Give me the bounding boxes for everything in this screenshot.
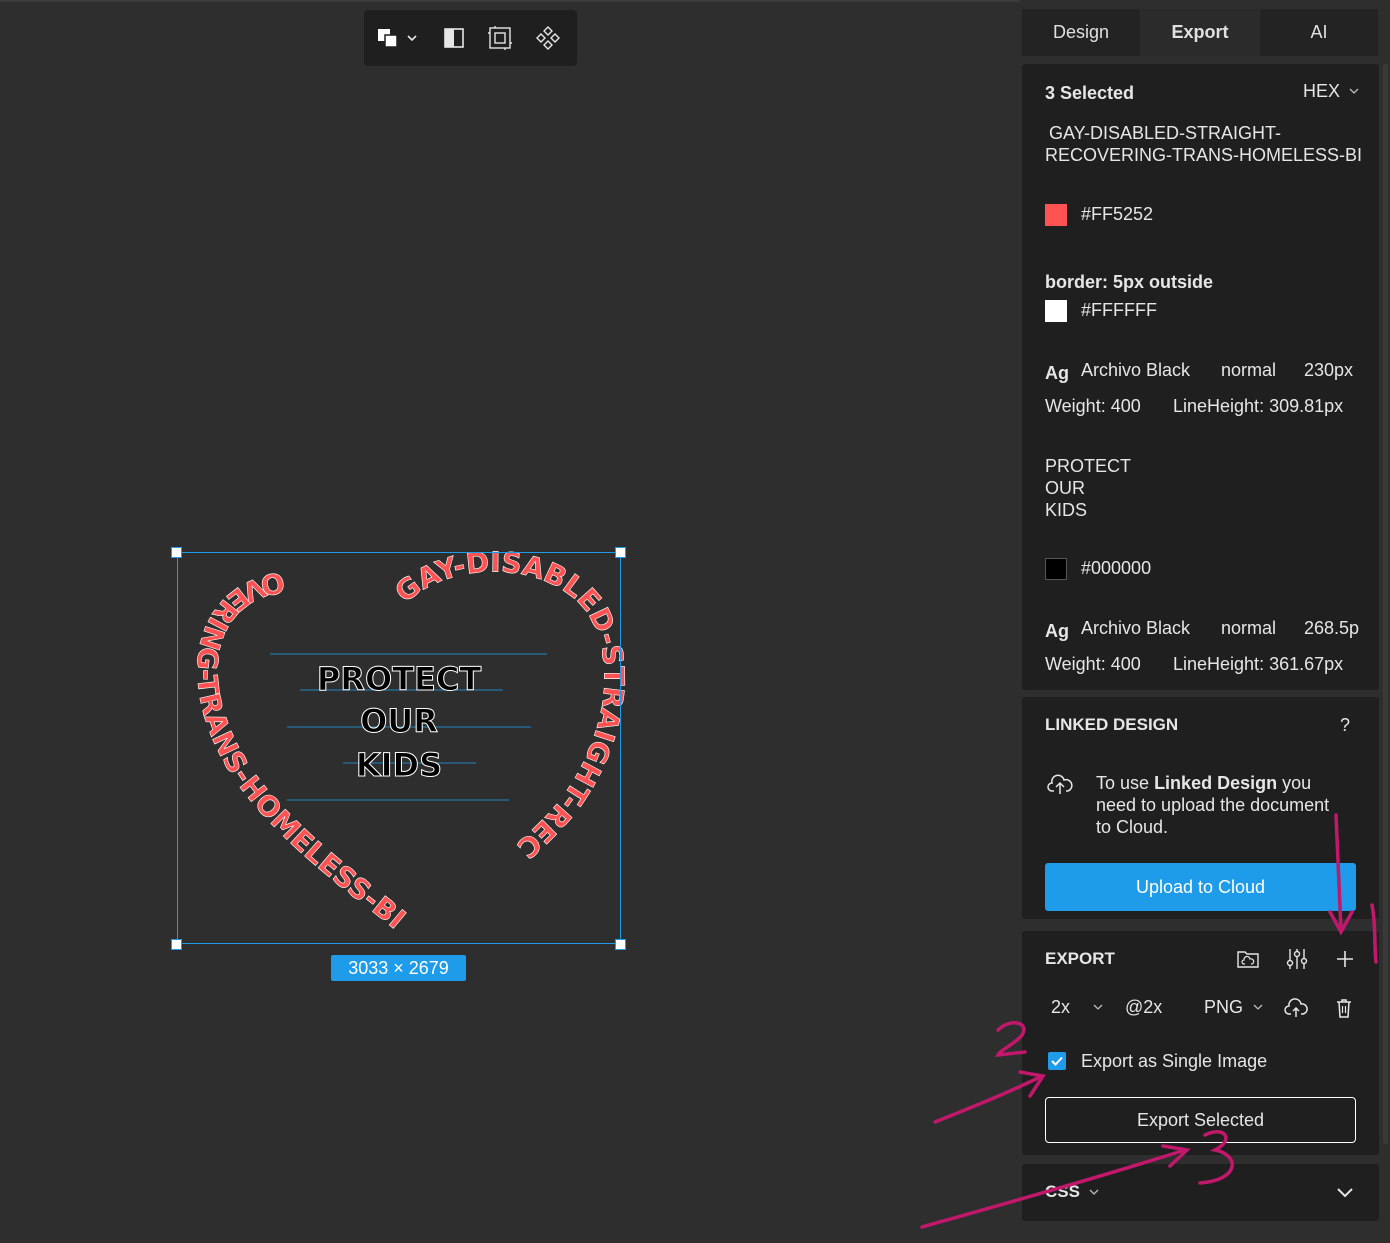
linked-design-message-line1: To use Linked Design you bbox=[1096, 773, 1312, 793]
font-style: normal bbox=[1221, 360, 1277, 380]
font2-size: 268.5px bbox=[1304, 618, 1359, 638]
chevron-down-icon[interactable] bbox=[1088, 1186, 1100, 1198]
linked-design-card: LINKED DESIGN ? To use Linked Design you… bbox=[1022, 697, 1379, 919]
add-export-icon[interactable] bbox=[1332, 946, 1358, 972]
font2-line-height: LineHeight: 361.67px bbox=[1173, 654, 1344, 674]
help-icon[interactable]: ? bbox=[1340, 715, 1350, 736]
check-icon bbox=[1051, 1056, 1063, 1066]
cloud-upload-icon bbox=[1046, 771, 1074, 799]
border-label: border: 5px outside bbox=[1045, 272, 1214, 292]
cloud-export-icon[interactable] bbox=[1282, 995, 1310, 1021]
font2-weight: Weight: 400 bbox=[1045, 654, 1141, 674]
export-format-select[interactable]: PNG bbox=[1204, 997, 1243, 1018]
upload-to-cloud-button[interactable]: Upload to Cloud bbox=[1045, 863, 1356, 911]
text-color-value[interactable]: #000000 bbox=[1081, 558, 1151, 579]
export-title: EXPORT bbox=[1045, 949, 1115, 968]
resize-handle-bottom-left[interactable] bbox=[171, 939, 182, 950]
font2-ag-label: Ag bbox=[1045, 621, 1069, 641]
border-color-swatch[interactable] bbox=[1045, 300, 1067, 322]
font-ag-label: Ag bbox=[1045, 363, 1069, 383]
linked-design-message-line3: to Cloud. bbox=[1096, 817, 1169, 837]
tab-export[interactable]: Export bbox=[1141, 9, 1260, 56]
chevron-down-icon[interactable] bbox=[1348, 85, 1360, 97]
expand-chevron-icon[interactable] bbox=[1332, 1180, 1358, 1206]
text-content-line3: KIDS bbox=[1045, 500, 1088, 520]
font-family: Archivo Black bbox=[1081, 360, 1191, 380]
chevron-down-icon[interactable] bbox=[1092, 1001, 1104, 1013]
tab-ai[interactable]: AI bbox=[1260, 9, 1379, 56]
folder-cloud-icon[interactable] bbox=[1235, 946, 1261, 972]
export-single-image-checkbox[interactable] bbox=[1048, 1052, 1066, 1070]
font2-style: normal bbox=[1221, 618, 1277, 638]
text-color-swatch[interactable] bbox=[1045, 558, 1067, 580]
layer-name-line1: GAY-DISABLED-STRAIGHT- bbox=[1049, 123, 1282, 143]
export-card: EXPORT 2x @2x PNG Export as Single Image… bbox=[1022, 931, 1379, 1155]
selection-dimensions: 3033 × 2679 bbox=[331, 955, 466, 981]
linked-design-title: LINKED DESIGN bbox=[1045, 715, 1179, 734]
fill-color-value[interactable]: #FF5252 bbox=[1081, 204, 1153, 225]
selection-count: 3 Selected bbox=[1045, 83, 1135, 103]
trash-icon[interactable] bbox=[1332, 995, 1356, 1021]
resize-handle-top-left[interactable] bbox=[171, 547, 182, 558]
resize-handle-top-right[interactable] bbox=[615, 547, 626, 558]
css-title[interactable]: CSS bbox=[1045, 1182, 1080, 1202]
export-selected-button[interactable]: Export Selected bbox=[1045, 1097, 1356, 1143]
inspect-card: 3 Selected HEX GAY-DISABLED-STRAIGHT- RE… bbox=[1022, 64, 1379, 690]
text-content-line2: OUR bbox=[1045, 478, 1085, 498]
border-color-value[interactable]: #FFFFFF bbox=[1081, 300, 1157, 321]
export-suffix-input[interactable]: @2x bbox=[1125, 997, 1162, 1018]
export-scale-select[interactable]: 2x bbox=[1051, 997, 1070, 1018]
panel-scrollbar[interactable] bbox=[1383, 64, 1388, 1144]
settings-sliders-icon[interactable] bbox=[1284, 946, 1310, 972]
font-line-height: LineHeight: 309.81px bbox=[1173, 396, 1344, 416]
export-single-image-label[interactable]: Export as Single Image bbox=[1081, 1051, 1267, 1072]
font-weight: Weight: 400 bbox=[1045, 396, 1141, 416]
fill-color-swatch[interactable] bbox=[1045, 204, 1067, 226]
color-format-select[interactable]: HEX bbox=[1303, 81, 1340, 102]
panel-tabs: Design Export AI bbox=[1022, 9, 1379, 56]
chevron-down-icon[interactable] bbox=[1252, 1001, 1264, 1013]
selection-box[interactable] bbox=[177, 552, 621, 944]
layer-name-line2: RECOVERING-TRANS-HOMELESS-BI bbox=[1045, 145, 1363, 165]
font2-family: Archivo Black bbox=[1081, 618, 1191, 638]
resize-handle-bottom-right[interactable] bbox=[615, 939, 626, 950]
font-size: 230px bbox=[1304, 360, 1354, 380]
text-content-line1: PROTECT bbox=[1045, 456, 1132, 476]
tab-design[interactable]: Design bbox=[1022, 9, 1141, 56]
linked-design-message-line2: need to upload the document bbox=[1096, 795, 1330, 815]
css-section[interactable]: CSS bbox=[1022, 1164, 1379, 1221]
